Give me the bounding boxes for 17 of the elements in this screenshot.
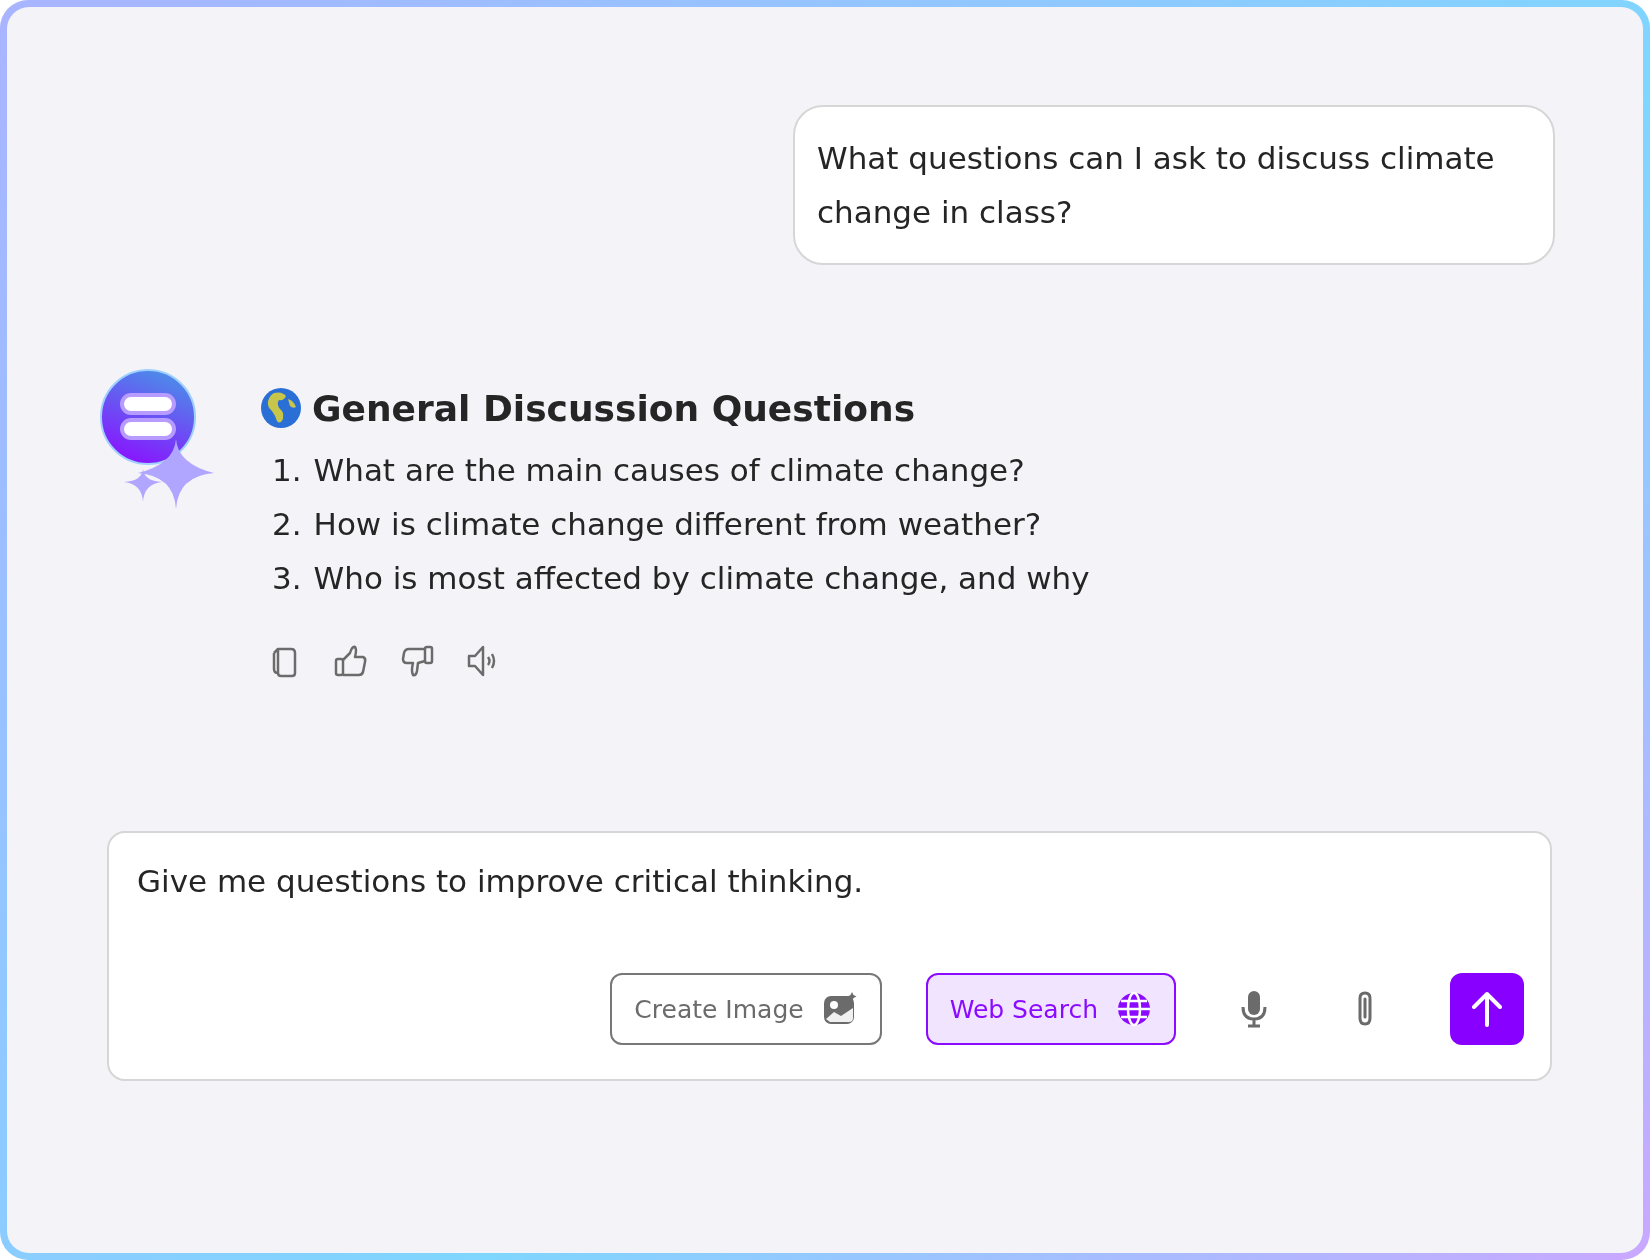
list-item-text: Who is most affected by climate change, and why [313,559,1090,598]
create-image-button[interactable]: Create Image [610,973,882,1045]
list-item-text: What are the main causes of climate change? [313,451,1025,490]
globe-icon [1116,991,1152,1027]
send-button[interactable] [1450,973,1524,1045]
list-number: 3. [272,559,302,598]
list-number: 2. [272,505,302,544]
list-number: 1. [272,451,302,490]
microphone-icon[interactable] [1239,989,1269,1029]
web-search-button[interactable]: Web Search [925,973,1176,1045]
input-text: Give me questions to improve critical thinking. [137,863,865,899]
message-input-field[interactable]: Give me questions to improve critical thinking. Create Image Web Search [107,831,1552,1081]
list-item-text: How is climate change different from weather? [313,505,1042,544]
response-heading: General Discussion Questions [312,387,916,429]
image-icon [821,991,858,1027]
globe-icon [260,387,302,429]
user-message: What questions can I ask to discuss climate change in class? [793,105,1555,265]
